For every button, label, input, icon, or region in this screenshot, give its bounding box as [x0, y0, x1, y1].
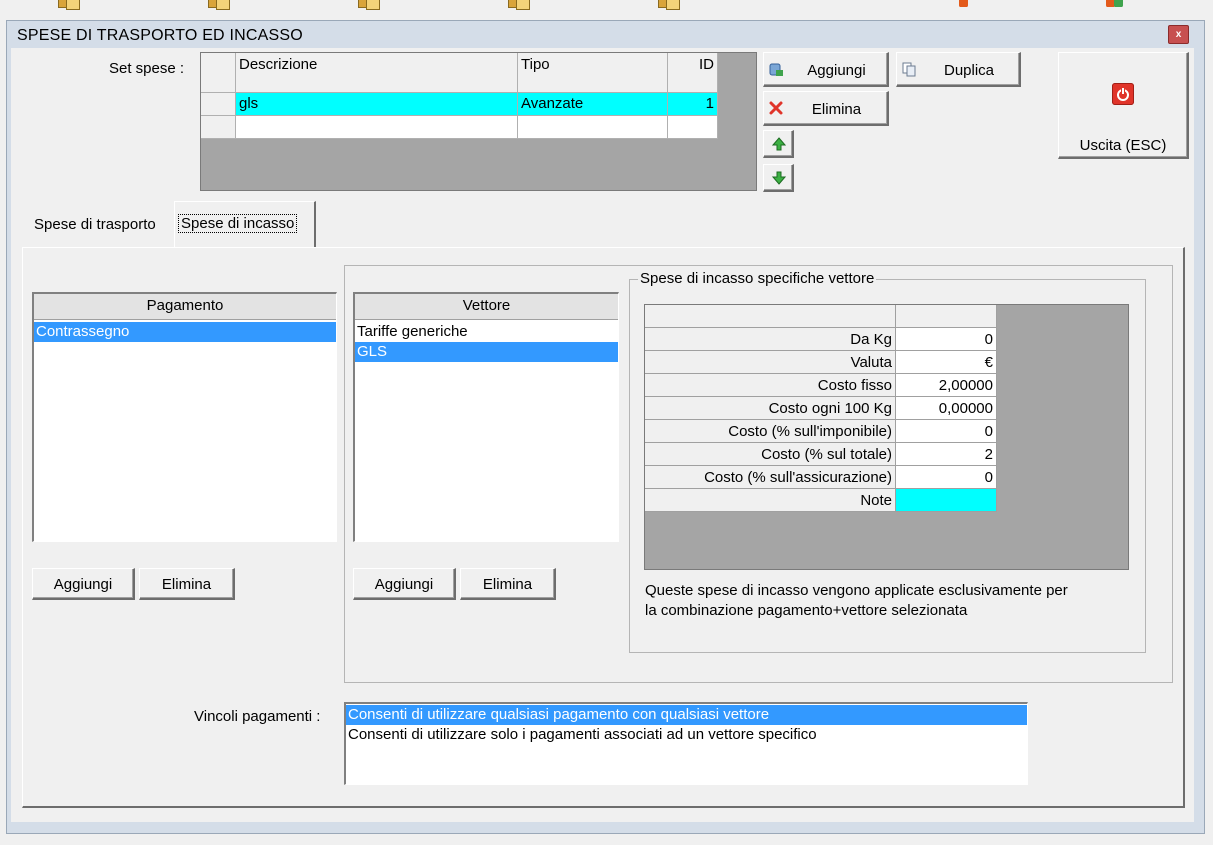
tab-label: Spese di incasso	[177, 214, 298, 233]
value-costo-imponibile[interactable]: 0	[896, 420, 997, 443]
value-costo-totale[interactable]: 2	[896, 443, 997, 466]
grid-corner	[201, 53, 236, 93]
row-label-costo-100kg: Costo ogni 100 Kg	[645, 397, 896, 420]
column-header-tipo[interactable]: Tipo	[518, 53, 668, 93]
duplica-button[interactable]: Duplica	[896, 52, 1021, 87]
row-selector[interactable]	[201, 93, 236, 116]
button-label: Elimina	[161, 576, 212, 593]
pagamento-list[interactable]: Pagamento Contrassegno	[32, 292, 337, 542]
row-label-costo-totale: Costo (% sul totale)	[645, 443, 896, 466]
set-spese-label: Set spese :	[109, 60, 185, 77]
specifiche-grid[interactable]: Da Kg 0 Valuta € Costo fisso 2,00000 Cos…	[644, 304, 1129, 570]
users-icon[interactable]	[1104, 0, 1124, 8]
arrow-down-icon	[772, 171, 786, 185]
grid-header-label	[645, 305, 896, 328]
value-costo-assicurazione[interactable]: 0	[896, 466, 997, 489]
window-title: SPESE DI TRASPORTO ED INCASSO	[17, 27, 303, 44]
row-label-da-kg: Da Kg	[645, 328, 896, 351]
pagamento-elimina-button[interactable]: Elimina	[139, 568, 235, 600]
table-cell-descrizione[interactable]: gls	[236, 93, 518, 116]
list-item[interactable]: Consenti di utilizzare solo i pagamenti …	[346, 725, 1027, 745]
folder-people-icon[interactable]	[358, 0, 380, 10]
tab-spese-di-incasso[interactable]: Spese di incasso	[174, 201, 316, 248]
folder-people-icon[interactable]	[208, 0, 230, 10]
value-da-kg[interactable]: 0	[896, 328, 997, 351]
aggiungi-button[interactable]: Aggiungi	[763, 52, 889, 87]
exit-button[interactable]: Uscita (ESC)	[1058, 52, 1189, 159]
vincoli-label: Vincoli pagamenti :	[194, 708, 321, 725]
vettore-header: Vettore	[355, 294, 618, 320]
tab-spese-di-trasporto[interactable]: Spese di trasporto	[28, 207, 174, 245]
vettore-list[interactable]: Vettore Tariffe generiche GLS	[353, 292, 619, 542]
row-label-valuta: Valuta	[645, 351, 896, 374]
row-label-costo-fisso: Costo fisso	[645, 374, 896, 397]
elimina-label: Elimina	[811, 101, 862, 118]
list-item[interactable]: Tariffe generiche	[355, 322, 618, 342]
user-icon[interactable]	[954, 0, 974, 8]
value-costo-100kg[interactable]: 0,00000	[896, 397, 997, 420]
vettore-elimina-button[interactable]: Elimina	[460, 568, 556, 600]
grid-header-value	[896, 305, 997, 328]
table-cell-empty[interactable]	[518, 116, 668, 139]
duplica-label: Duplica	[943, 62, 995, 79]
close-icon: x	[1175, 29, 1182, 40]
table-cell-tipo[interactable]: Avanzate	[518, 93, 668, 116]
folder-people-icon[interactable]	[508, 0, 530, 10]
specifiche-title: Spese di incasso specifiche vettore	[638, 270, 877, 287]
row-label-note: Note	[645, 489, 896, 512]
value-note[interactable]	[896, 489, 997, 512]
pagamento-aggiungi-button[interactable]: Aggiungi	[32, 568, 135, 600]
tab-label: Spese di trasporto	[34, 216, 156, 233]
specifiche-note-line2: la combinazione pagamento+vettore selezi…	[645, 602, 968, 619]
move-up-button[interactable]	[763, 130, 794, 158]
table-cell-empty[interactable]	[668, 116, 718, 139]
aggiungi-label: Aggiungi	[807, 62, 866, 79]
power-icon	[1112, 83, 1134, 105]
list-item[interactable]: GLS	[355, 342, 618, 362]
row-label-costo-assicurazione: Costo (% sull'assicurazione)	[645, 466, 896, 489]
vincoli-list[interactable]: Consenti di utilizzare qualsiasi pagamen…	[344, 702, 1028, 785]
top-icon-strip	[0, 0, 1213, 14]
table-cell-empty[interactable]	[236, 116, 518, 139]
value-valuta[interactable]: €	[896, 351, 997, 374]
row-label-costo-imponibile: Costo (% sull'imponibile)	[645, 420, 896, 443]
close-button[interactable]: x	[1168, 25, 1189, 44]
column-header-descrizione[interactable]: Descrizione	[236, 53, 518, 93]
table-cell-id[interactable]: 1	[668, 93, 718, 116]
column-header-id[interactable]: ID	[668, 53, 718, 93]
exit-label: Uscita (ESC)	[1079, 137, 1167, 154]
arrow-up-icon	[772, 137, 786, 151]
vettore-aggiungi-button[interactable]: Aggiungi	[353, 568, 456, 600]
pagamento-header: Pagamento	[34, 294, 336, 320]
button-label: Aggiungi	[53, 576, 113, 593]
folder-people-icon[interactable]	[58, 0, 80, 10]
list-item[interactable]: Consenti di utilizzare qualsiasi pagamen…	[346, 705, 1027, 725]
row-selector[interactable]	[201, 116, 236, 139]
button-label: Aggiungi	[374, 576, 434, 593]
list-item[interactable]: Contrassegno	[34, 322, 336, 342]
move-down-button[interactable]	[763, 164, 794, 192]
folder-people-icon[interactable]	[658, 0, 680, 10]
specifiche-note-line1: Queste spese di incasso vengono applicat…	[645, 582, 1068, 599]
set-spese-grid[interactable]: Descrizione Tipo ID gls Avanzate 1	[200, 52, 757, 191]
elimina-button[interactable]: Elimina	[763, 91, 889, 126]
value-costo-fisso[interactable]: 2,00000	[896, 374, 997, 397]
button-label: Elimina	[482, 576, 533, 593]
